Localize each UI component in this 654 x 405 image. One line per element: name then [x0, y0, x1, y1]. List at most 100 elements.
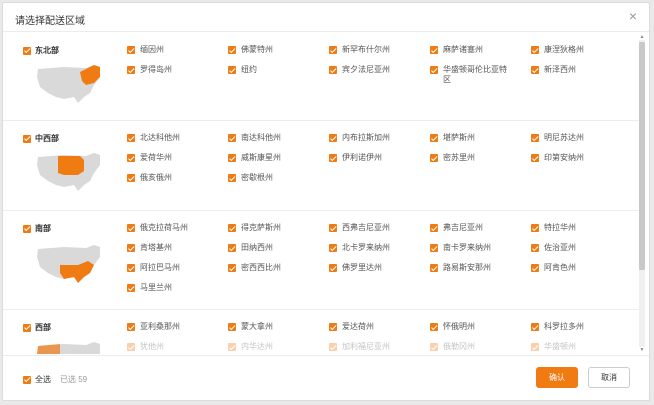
region-checkbox-south[interactable]: 南部: [23, 223, 51, 234]
state-checkbox[interactable]: 田纳西州: [228, 243, 323, 253]
region-checkbox-midwest[interactable]: 中西部: [23, 133, 59, 144]
confirm-button[interactable]: 确认: [536, 367, 578, 388]
state-checkbox[interactable]: 罗得岛州: [127, 65, 222, 75]
checkbox-checked-icon: [430, 154, 438, 162]
checkbox-checked-icon: [127, 66, 135, 74]
state-checkbox[interactable]: 佛蒙特州: [228, 45, 323, 55]
state-checkbox[interactable]: 新泽西州: [531, 65, 626, 75]
checkbox-checked-icon: [329, 244, 337, 252]
region-name: 西部: [35, 323, 51, 332]
state-name: 科罗拉多州: [544, 322, 584, 331]
state-checkbox[interactable]: 亚利桑那州: [127, 322, 222, 332]
select-all-checkbox[interactable]: 全选 已选 59: [23, 374, 87, 385]
state-checkbox[interactable]: 密苏里州: [430, 153, 525, 163]
state-checkbox[interactable]: 宾夕法尼亚州: [329, 65, 424, 75]
state-checkbox[interactable]: 马里兰州: [127, 283, 222, 293]
checkbox-checked-icon: [531, 244, 539, 252]
checkbox-checked-icon: [228, 174, 236, 182]
state-name: 威斯康星州: [241, 153, 281, 162]
checkbox-checked-icon: [329, 264, 337, 272]
cancel-button[interactable]: 取消: [588, 367, 630, 388]
state-checkbox[interactable]: 阿肯色州: [531, 263, 626, 273]
checkbox-checked-icon: [127, 224, 135, 232]
state-checkbox[interactable]: 俄亥俄州: [127, 173, 222, 183]
state-checkbox[interactable]: 密西西比州: [228, 263, 323, 273]
state-name: 特拉华州: [544, 223, 576, 232]
state-name: 俄克拉荷马州: [140, 223, 188, 232]
state-checkbox[interactable]: 麻萨诸塞州: [430, 45, 525, 55]
region-checkbox-west[interactable]: 西部: [23, 322, 51, 333]
state-checkbox[interactable]: 肯塔基州: [127, 243, 222, 253]
state-checkbox[interactable]: 纽约: [228, 65, 323, 75]
dialog-header: 请选择配送区域 ×: [3, 3, 649, 32]
scroll-down-icon[interactable]: ▼: [639, 347, 645, 353]
state-name: 阿肯色州: [544, 263, 576, 272]
state-checkbox[interactable]: 科罗拉多州: [531, 322, 626, 332]
state-checkbox[interactable]: 加利福尼亚州: [329, 342, 424, 352]
region-checkbox-northeast[interactable]: 东北部: [23, 45, 59, 56]
state-name: 田纳西州: [241, 243, 273, 252]
selected-count: 已选 59: [60, 375, 88, 384]
checkbox-checked-icon: [531, 264, 539, 272]
scrollbar-thumb[interactable]: [639, 42, 645, 270]
state-checkbox[interactable]: 印第安纳州: [531, 153, 626, 163]
state-checkbox[interactable]: 新罕布什尔州: [329, 45, 424, 55]
region-name: 中西部: [35, 134, 59, 143]
state-checkbox[interactable]: 路易斯安那州: [430, 263, 525, 273]
state-checkbox[interactable]: 北卡罗来纳州: [329, 243, 424, 253]
state-name: 阿拉巴马州: [140, 263, 180, 272]
state-checkbox[interactable]: 得克萨斯州: [228, 223, 323, 233]
checkbox-checked-icon: [430, 323, 438, 331]
state-checkbox[interactable]: 俄克拉荷马州: [127, 223, 222, 233]
state-checkbox[interactable]: 佛罗里达州: [329, 263, 424, 273]
state-checkbox[interactable]: 爱荷华州: [127, 153, 222, 163]
close-icon[interactable]: ×: [629, 9, 637, 23]
checkbox-checked-icon: [23, 134, 31, 143]
state-name: 爱达荷州: [342, 322, 374, 331]
state-checkbox[interactable]: 南达科他州: [228, 133, 323, 143]
state-checkbox[interactable]: 南卡罗来纳州: [430, 243, 525, 253]
state-name: 印第安纳州: [544, 153, 584, 162]
region-south: 南部 俄克拉荷马州 得克萨斯州 西弗吉尼亚州 弗吉尼亚州 特拉华州 肯塔基州 田…: [3, 211, 639, 310]
state-checkbox[interactable]: 内华达州: [228, 342, 323, 352]
dialog-footer: 全选 已选 59 确认 取消: [3, 355, 649, 401]
state-checkbox[interactable]: 康涅狄格州: [531, 45, 626, 55]
vertical-scrollbar[interactable]: ▲ ▼: [639, 34, 645, 353]
state-checkbox[interactable]: 西弗吉尼亚州: [329, 223, 424, 233]
region-select-dialog: 请选择配送区域 × 东北部 缅因州 佛蒙特州 新罕布什尔州 麻萨诸塞州 康涅狄格…: [2, 2, 650, 401]
state-checkbox[interactable]: 缅因州: [127, 45, 222, 55]
state-checkbox[interactable]: 内布拉斯加州: [329, 133, 424, 143]
state-checkbox[interactable]: 蒙大拿州: [228, 322, 323, 332]
checkbox-checked-icon: [127, 46, 135, 54]
state-checkbox[interactable]: 怀俄明州: [430, 322, 525, 332]
state-checkbox[interactable]: 伊利诺伊州: [329, 153, 424, 163]
state-checkbox[interactable]: 堪萨斯州: [430, 133, 525, 143]
state-checkbox[interactable]: 明尼苏达州: [531, 133, 626, 143]
state-checkbox[interactable]: 犹他州: [127, 342, 222, 352]
state-checkbox[interactable]: 特拉华州: [531, 223, 626, 233]
state-name: 华盛顿哥伦比亚特区: [443, 65, 507, 84]
select-all-label: 全选: [35, 375, 51, 384]
state-checkbox[interactable]: 佐治亚州: [531, 243, 626, 253]
state-name: 北达科他州: [140, 133, 180, 142]
state-checkbox[interactable]: 阿拉巴马州: [127, 263, 222, 273]
state-name: 怀俄明州: [443, 322, 475, 331]
state-checkbox[interactable]: 爱达荷州: [329, 322, 424, 332]
us-map-west-icon: [37, 342, 100, 354]
state-checkbox[interactable]: 北达科他州: [127, 133, 222, 143]
state-checkbox[interactable]: 威斯康星州: [228, 153, 323, 163]
state-checkbox[interactable]: 密歇根州: [228, 173, 323, 183]
state-checkbox[interactable]: 俄勒冈州: [430, 342, 525, 352]
state-name: 北卡罗来纳州: [342, 243, 390, 252]
state-name: 华盛顿州: [544, 342, 576, 351]
checkbox-checked-icon: [23, 224, 31, 233]
state-checkbox[interactable]: 华盛顿哥伦比亚特区: [430, 65, 510, 85]
checkbox-checked-icon: [228, 66, 236, 74]
state-name: 密歇根州: [241, 173, 273, 182]
state-checkbox[interactable]: 弗吉尼亚州: [430, 223, 525, 233]
checkbox-checked-icon: [23, 375, 31, 384]
checkbox-checked-icon: [430, 224, 438, 232]
state-name: 佛罗里达州: [342, 263, 382, 272]
checkbox-checked-icon: [430, 66, 438, 74]
state-checkbox[interactable]: 华盛顿州: [531, 342, 626, 352]
